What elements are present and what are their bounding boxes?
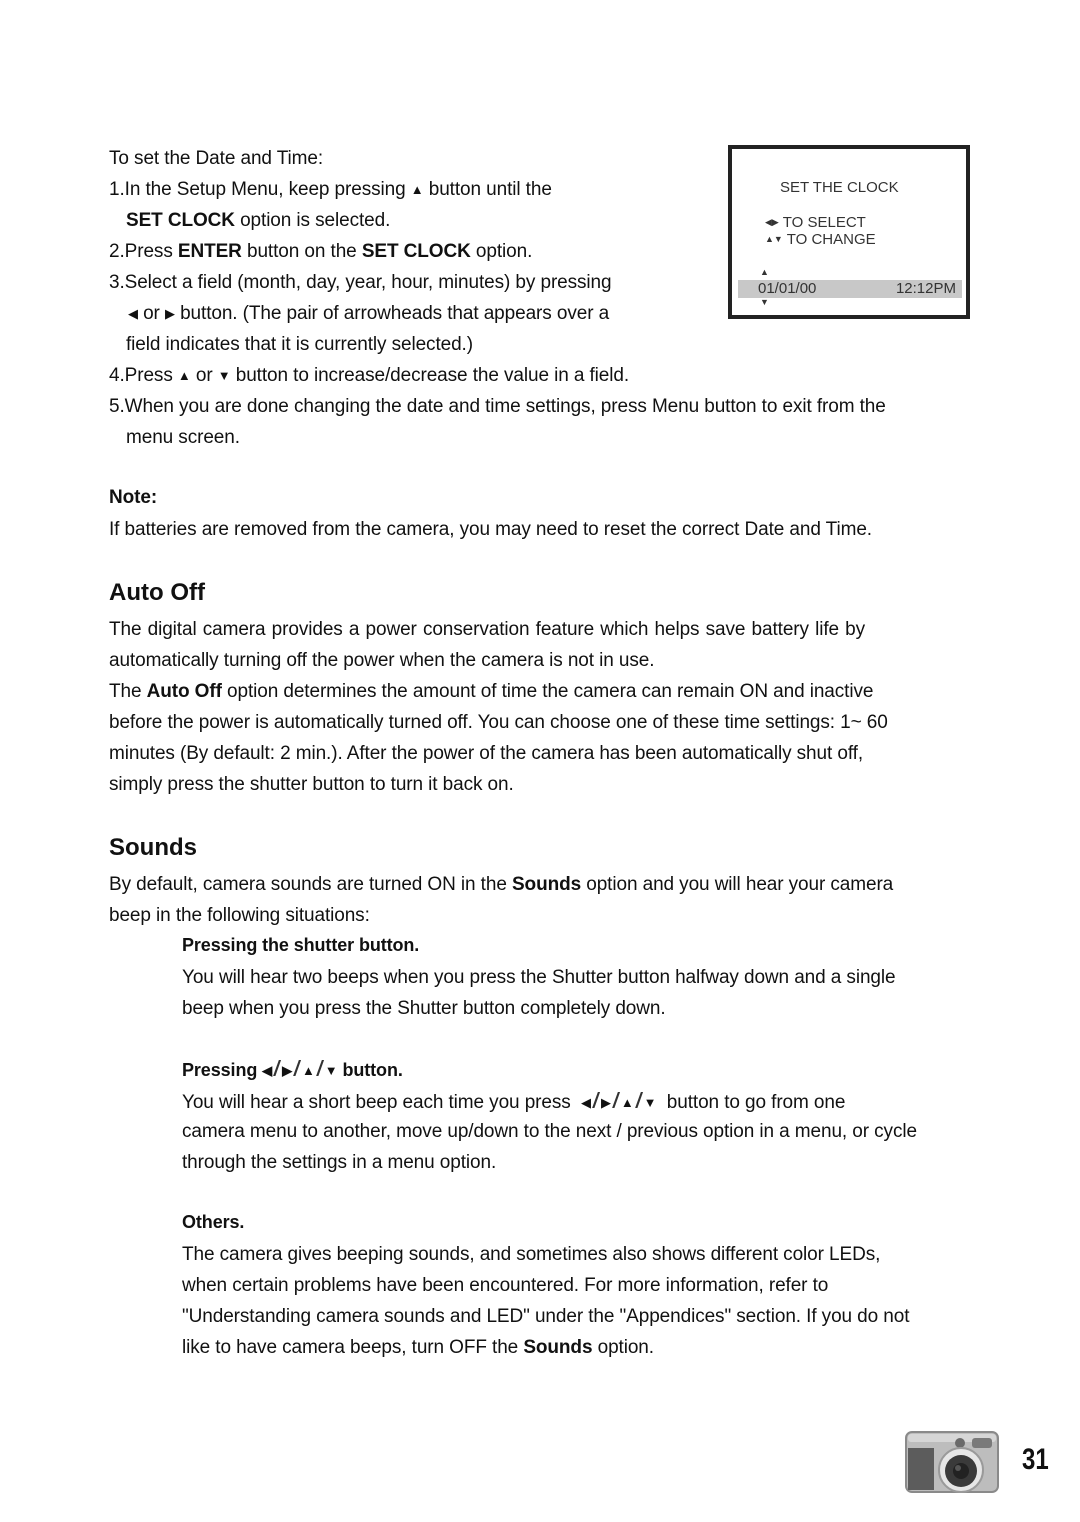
others-heading: Others. (182, 1212, 245, 1232)
others-line-4: like to have camera beeps, turn OFF the … (182, 1332, 654, 1363)
right-arrow-icon: ▶ (600, 1095, 611, 1110)
down-arrow-icon: ▼ (217, 368, 231, 383)
step-4-text-b: button to increase/decrease the value in… (235, 365, 630, 386)
arrows-heading: Pressing ◀/▶/▲/▼ button. (182, 1053, 403, 1086)
step-3-line-3: field indicates that it is currently sel… (126, 334, 473, 355)
auto-off-p1-line-1: The digital camera provides a power cons… (109, 619, 866, 640)
step-3-or: or (143, 303, 160, 324)
lcd-change-label: TO CHANGE (786, 231, 876, 248)
slash-separator: / (315, 1056, 324, 1081)
left-arrow-icon: ◀ (581, 1095, 591, 1110)
arrows-line-1: You will hear a short beep each time you… (182, 1085, 845, 1118)
page-number: 31 (1022, 1443, 1049, 1476)
step-4: 4.Press ▲ or ▼ button to increase/decrea… (109, 360, 629, 391)
left-arrow-icon: ◀ (128, 306, 138, 321)
field-up-arrow-icon: ▲ (760, 267, 769, 277)
sounds-p1-line-1: By default, camera sounds are turned ON … (109, 869, 893, 900)
sounds-heading: Sounds (109, 834, 197, 861)
step-1-text-b: button until the (428, 179, 552, 200)
step-1-text-c: option is selected. (240, 210, 391, 231)
down-arrow-icon: ▼ (324, 1063, 338, 1078)
arrows-line-2: camera menu to another, move up/down to … (182, 1121, 917, 1142)
sounds-term: Sounds (523, 1337, 593, 1358)
enter-term: ENTER (177, 241, 242, 262)
step-2-text-c: button on the (247, 241, 357, 262)
shutter-line-1: You will hear two beeps when you press t… (182, 967, 896, 988)
up-arrow-icon: ▲ (301, 1063, 315, 1078)
camera-icon (905, 1431, 999, 1493)
sounds-p1-text-a: By default, camera sounds are turned ON … (109, 874, 507, 895)
others-line-4-text-a: like to have camera beeps, turn OFF the (182, 1337, 519, 1358)
step-2-text-e: option. (475, 241, 533, 262)
right-arrow-icon: ▶ (164, 306, 175, 321)
lcd-select-label: TO SELECT (782, 214, 866, 231)
step-2-text-a: 2.Press (109, 241, 173, 262)
arrows-line-3: through the settings in a menu option. (182, 1152, 497, 1173)
step-1-text-a: 1.In the Setup Menu, keep pressing (109, 179, 406, 200)
set-clock-term: SET CLOCK (361, 241, 471, 262)
lcd-change-row: ▲▼ TO CHANGE (765, 230, 876, 249)
set-clock-term: SET CLOCK (126, 210, 235, 231)
step-1-line-2: SET CLOCK option is selected. (126, 205, 390, 236)
up-arrow-icon: ▲ (620, 1095, 634, 1110)
sounds-term: Sounds (511, 874, 582, 895)
step-1-line-1: 1.In the Setup Menu, keep pressing ▲ but… (109, 174, 552, 205)
left-arrow-icon: ◀ (765, 217, 772, 227)
others-line-4-text-b: option. (597, 1337, 654, 1358)
slash-separator: / (611, 1088, 620, 1113)
up-arrow-icon: ▲ (410, 182, 424, 197)
arrows-line-1-text-a: You will hear a short beep each time you… (182, 1092, 571, 1113)
slash-separator: / (293, 1056, 301, 1081)
sounds-p1-text-b: option and you will hear your camera (586, 874, 894, 895)
auto-off-p2-line-4: simply press the shutter button to turn … (109, 774, 514, 795)
clock-intro: To set the Date and Time: (109, 148, 324, 169)
auto-off-p2-line-3: minutes (By default: 2 min.). After the … (109, 743, 864, 764)
step-4-text-a: 4.Press (109, 365, 173, 386)
sounds-p1-line-2: beep in the following situations: (109, 905, 370, 926)
step-2: 2.Press ENTER button on the SET CLOCK op… (109, 236, 532, 267)
up-arrow-icon: ▲ (177, 368, 191, 383)
others-line-3: "Understanding camera sounds and LED" un… (182, 1306, 910, 1327)
step-3-line-1: 3.Select a field (month, day, year, hour… (109, 272, 612, 293)
down-arrow-icon: ▼ (643, 1095, 657, 1110)
auto-off-heading: Auto Off (109, 579, 205, 606)
others-line-2: when certain problems have been encounte… (182, 1275, 829, 1296)
step-5-line-2: menu screen. (126, 427, 240, 448)
note-text: If batteries are removed from the camera… (109, 519, 872, 540)
right-arrow-icon: ▶ (771, 217, 779, 227)
arrows-heading-text-b: button. (342, 1060, 403, 1080)
lcd-time: 12:12PM (895, 280, 956, 297)
step-3-text-b: button. (The pair of arrowheads that app… (180, 303, 610, 324)
lcd-datetime-bar: 01/01/00 12:12PM (738, 280, 962, 298)
lcd-date: 01/01/00 (758, 280, 817, 297)
auto-off-p2-line-2: before the power is automatically turned… (109, 712, 888, 733)
right-arrow-icon: ▶ (282, 1063, 292, 1078)
left-arrow-icon: ◀ (262, 1063, 273, 1078)
shutter-heading: Pressing the shutter button. (182, 935, 420, 955)
auto-off-p2-text-b: option determines the amount of time the… (227, 681, 874, 702)
note-label: Note: (109, 487, 158, 508)
step-3-line-2: ◀ or ▶ button. (The pair of arrowheads t… (128, 298, 609, 329)
arrows-heading-text-a: Pressing (182, 1060, 258, 1080)
arrows-line-1-text-b: button to go from one (666, 1092, 846, 1113)
lcd-title: SET THE CLOCK (780, 179, 899, 196)
shutter-line-2: beep when you press the Shutter button c… (182, 998, 666, 1019)
auto-off-term: Auto Off (146, 681, 222, 702)
slash-separator: / (634, 1088, 643, 1113)
auto-off-p2-line-1: The Auto Off option determines the amoun… (109, 676, 873, 707)
up-arrow-icon: ▲ (765, 234, 774, 244)
slash-separator: / (592, 1088, 600, 1113)
slash-separator: / (273, 1056, 281, 1081)
others-line-1: The camera gives beeping sounds, and som… (182, 1244, 881, 1265)
step-5-line-1: 5.When you are done changing the date an… (109, 396, 886, 417)
step-4-or: or (195, 365, 213, 386)
lcd-screen-illustration: SET THE CLOCK ◀▶ TO SELECT ▲▼ TO CHANGE … (728, 145, 970, 319)
auto-off-p2-text-a: The (109, 681, 142, 702)
down-arrow-icon: ▼ (773, 234, 783, 244)
field-down-arrow-icon: ▼ (760, 297, 769, 307)
auto-off-p1-line-2: automatically turning off the power when… (109, 650, 655, 671)
